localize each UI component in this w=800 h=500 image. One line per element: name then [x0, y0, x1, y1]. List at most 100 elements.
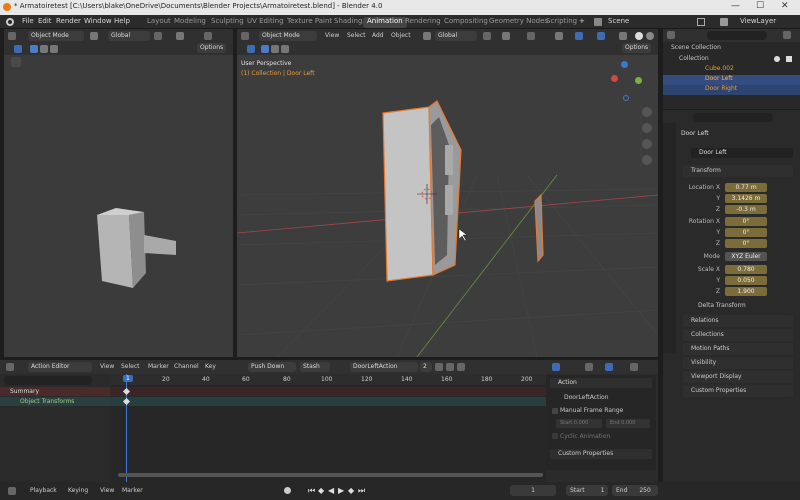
only-selected-icon[interactable] [552, 363, 560, 371]
gizmo-x-icon[interactable] [611, 75, 618, 82]
menu-select[interactable]: Select [121, 363, 140, 370]
scale-z-field[interactable]: 1.900 [725, 287, 767, 296]
menu-help[interactable]: Help [114, 17, 130, 25]
play-icon[interactable]: ▶ [338, 486, 344, 495]
editor-type-icon[interactable] [8, 32, 16, 40]
select-box-icon[interactable] [247, 45, 255, 53]
ortho-toggle-icon[interactable] [642, 155, 652, 165]
rotation-y-field[interactable]: 0° [725, 228, 767, 237]
gizmo-icon[interactable] [575, 32, 583, 40]
outliner-item-cube-002[interactable]: Cube.002 [663, 65, 800, 75]
outliner-type-icon[interactable] [667, 31, 675, 39]
eye-icon[interactable] [774, 56, 780, 62]
rotation-x-field[interactable]: 0° [725, 217, 767, 226]
prev-keyframe-icon[interactable]: ◆ [318, 486, 324, 495]
rotation-mode-select[interactable]: XYZ Euler [725, 252, 767, 261]
scene-name[interactable]: Scene [608, 17, 629, 25]
viewlayer-name[interactable]: ViewLayer [740, 17, 776, 25]
orientation-icon[interactable] [423, 32, 431, 40]
select-subtract-icon[interactable] [50, 45, 58, 53]
channel-row-summary[interactable]: Summary [0, 387, 110, 396]
motion-paths-panel-header[interactable]: Motion Paths [683, 343, 793, 355]
gizmo-y-icon[interactable] [635, 77, 642, 84]
options-button[interactable]: Options [197, 43, 227, 53]
viewlayer-icon[interactable] [720, 18, 728, 26]
location-z-field[interactable]: -0.3 m [725, 205, 767, 214]
snap-icon[interactable] [176, 32, 184, 40]
horizontal-scrollbar[interactable] [118, 473, 543, 477]
close-icon[interactable]: ✕ [781, 1, 789, 11]
filter-icon[interactable] [783, 31, 791, 39]
mode-select[interactable]: Object Mode [28, 31, 84, 41]
select-mode-icon[interactable] [30, 45, 38, 53]
visibility-icon[interactable] [555, 32, 563, 40]
location-x-field[interactable]: 0.77 m [725, 183, 767, 192]
pivot-icon[interactable] [483, 32, 491, 40]
overlay-icon[interactable] [630, 363, 638, 371]
scale-x-field[interactable]: 0.780 [725, 265, 767, 274]
record-icon[interactable] [284, 487, 291, 494]
menu-marker[interactable]: Marker [148, 363, 169, 370]
editor-mode-select[interactable]: Action Editor [28, 362, 92, 372]
unlink-action-icon[interactable] [457, 363, 465, 371]
jump-start-icon[interactable]: ⏮ [308, 486, 315, 496]
outliner-search-input[interactable] [707, 31, 767, 40]
editor-type-icon[interactable] [8, 487, 16, 495]
properties-search-input[interactable] [693, 113, 773, 122]
collection-row[interactable]: Collection [679, 55, 709, 62]
select-mode-icon[interactable] [261, 45, 269, 53]
outliner-item-door-right[interactable]: Door Right [663, 85, 800, 95]
keyframe-region[interactable] [110, 374, 546, 482]
object-data-field[interactable]: Door Left [691, 148, 793, 158]
options-button[interactable]: Options [622, 43, 652, 53]
menu-edit[interactable]: Edit [38, 17, 52, 25]
editor-type-icon[interactable] [241, 32, 249, 40]
current-frame-field[interactable]: 1 [510, 485, 556, 496]
frame-end-field[interactable]: End 250 [612, 485, 658, 496]
orientation-select[interactable]: Global [435, 31, 477, 41]
menu-toggle-icon[interactable] [90, 32, 98, 40]
manual-frame-range-checkbox[interactable] [552, 408, 558, 414]
outliner-item-door-left[interactable]: Door Left [663, 75, 800, 85]
stash-button[interactable]: Stash [300, 362, 330, 372]
gizmo-neg-z-icon[interactable] [623, 95, 629, 101]
tab-shading[interactable]: Shading [330, 17, 366, 28]
select-extend-icon[interactable] [271, 45, 279, 53]
overlay-icon[interactable] [597, 32, 605, 40]
push-down-button[interactable]: Push Down [248, 362, 296, 372]
menu-keying[interactable]: Keying [68, 487, 88, 494]
fake-user-icon[interactable] [435, 363, 443, 371]
tab-sculpting[interactable]: Sculpting [207, 17, 248, 28]
location-y-field[interactable]: 3.1426 m [725, 194, 767, 203]
menu-key[interactable]: Key [205, 363, 216, 370]
select-box-icon[interactable] [14, 45, 22, 53]
select-subtract-icon[interactable] [281, 45, 289, 53]
relations-panel-header[interactable]: Relations [683, 315, 793, 327]
channel-search-input[interactable] [4, 376, 92, 385]
scene-icon[interactable] [594, 18, 602, 26]
mode-select[interactable]: Object Mode [259, 31, 317, 41]
main-viewport[interactable]: User Perspective (1) Collection | Door L… [237, 55, 658, 357]
proportional-icon[interactable] [527, 32, 535, 40]
transform-panel-header[interactable]: Transform [683, 165, 793, 177]
proportional-icon[interactable] [605, 363, 613, 371]
select-extend-icon[interactable] [40, 45, 48, 53]
add-workspace-icon[interactable]: + [579, 17, 585, 25]
menu-render[interactable]: Render [56, 17, 81, 25]
pan-hand-icon[interactable] [642, 123, 652, 133]
range-start-field[interactable]: Start 0.000 [556, 419, 602, 428]
menu-object[interactable]: Object [391, 32, 411, 39]
snap-icon[interactable] [502, 32, 510, 40]
shading-material-icon[interactable] [646, 32, 654, 40]
tab-scripting[interactable]: Scripting [542, 17, 581, 28]
menu-view[interactable]: View [100, 363, 114, 370]
menu-view[interactable]: View [100, 487, 114, 494]
play-reverse-icon[interactable]: ◀ [328, 486, 334, 495]
camera-view-icon[interactable] [642, 139, 652, 149]
filter-icon[interactable] [585, 363, 593, 371]
visibility-panel-header[interactable]: Visibility [683, 357, 793, 369]
orientation-select[interactable]: Global [108, 31, 150, 41]
zoom-icon[interactable] [642, 107, 652, 117]
action-users-count[interactable]: 2 [420, 362, 432, 372]
tab-rendering[interactable]: Rendering [401, 17, 445, 28]
